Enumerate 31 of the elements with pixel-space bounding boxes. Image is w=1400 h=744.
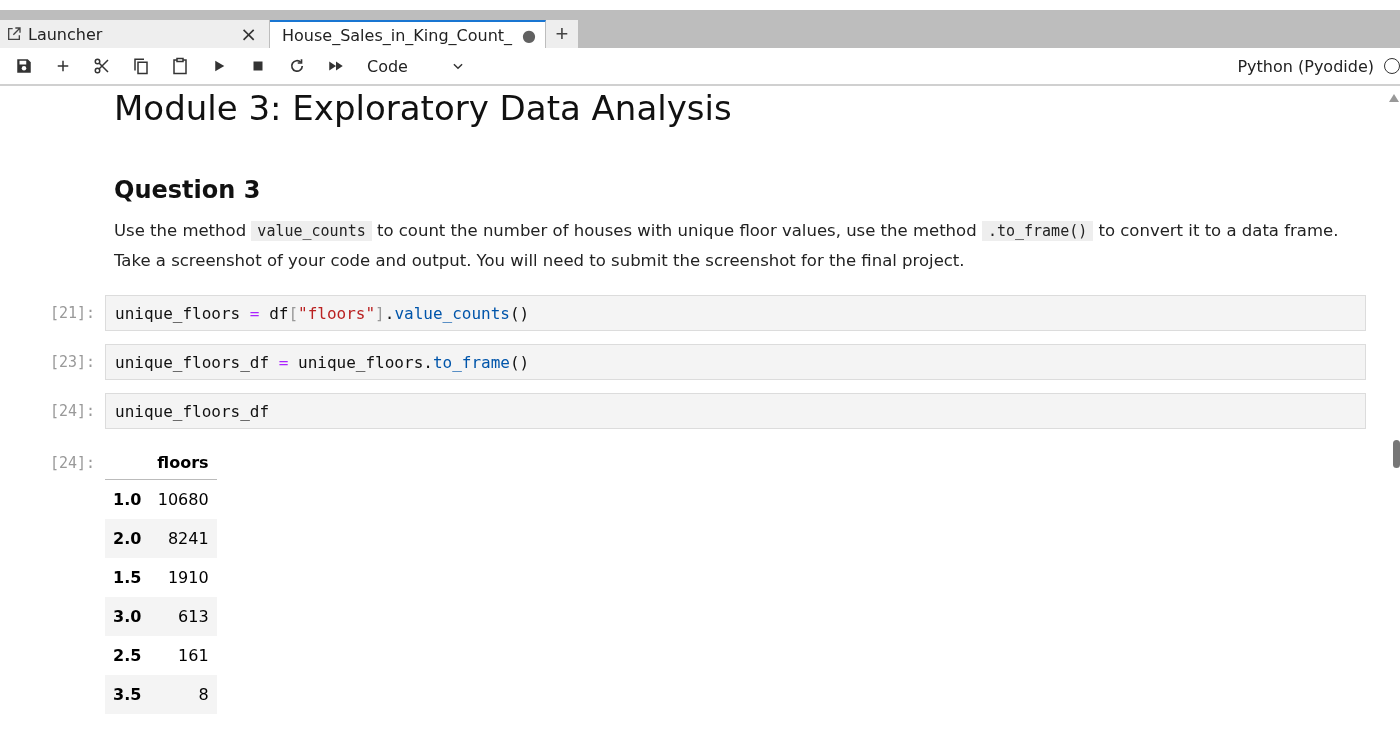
- heading: Module 3: Exploratory Data Analysis: [114, 87, 733, 130]
- execution-count: [21]:: [50, 303, 97, 322]
- row-index: 1.5: [105, 558, 150, 597]
- table-cell: 8241: [149, 519, 217, 558]
- table-cell: 613: [149, 597, 217, 636]
- column-header: floors: [149, 445, 217, 480]
- table-cell: 10680: [149, 479, 217, 519]
- cell-type-dropdown[interactable]: Code: [361, 52, 471, 80]
- table-cell: 8: [149, 675, 217, 714]
- tab[interactable]: House_Sales_in_King_Count_ ●: [270, 20, 546, 48]
- new-tab-button[interactable]: +: [546, 20, 578, 48]
- table-cell: 161: [149, 636, 217, 675]
- row-index: 2.0: [105, 519, 150, 558]
- table-cell: 1910: [149, 558, 217, 597]
- row-index: 1.0: [105, 479, 150, 519]
- code-cell[interactable]: unique_floors = df["floors"].value_counts(): [105, 295, 1366, 331]
- row-index: 3.0: [105, 597, 150, 636]
- code-cell[interactable]: unique_floors_df: [105, 393, 1366, 429]
- execution-count: [24]:: [50, 401, 97, 420]
- paragraph: Use the method value_counts to count the number of houses with unique floor values, use the method .to_frame() to convert it to a data frame. Take a screenshot of your code and output. You will need to submit the screenshot for the final project.: [114, 220, 1340, 272]
- row-index: 3.5: [105, 675, 150, 714]
- unsaved-indicator[interactable]: ●: [518, 25, 541, 45]
- row-index: 2.5: [105, 636, 150, 675]
- execution-count: [23]:: [50, 352, 97, 371]
- external-link-icon: [6, 26, 22, 42]
- subheading: Question 3: [114, 176, 262, 204]
- kernel-name[interactable]: Python (Pyodide): [1237, 56, 1374, 76]
- tab[interactable]: Launcher ×: [0, 20, 270, 48]
- code-cell[interactable]: unique_floors_df = unique_floors.to_frame(): [105, 344, 1366, 380]
- close-button[interactable]: ×: [236, 22, 261, 46]
- execution-count: [24]:: [50, 453, 97, 474]
